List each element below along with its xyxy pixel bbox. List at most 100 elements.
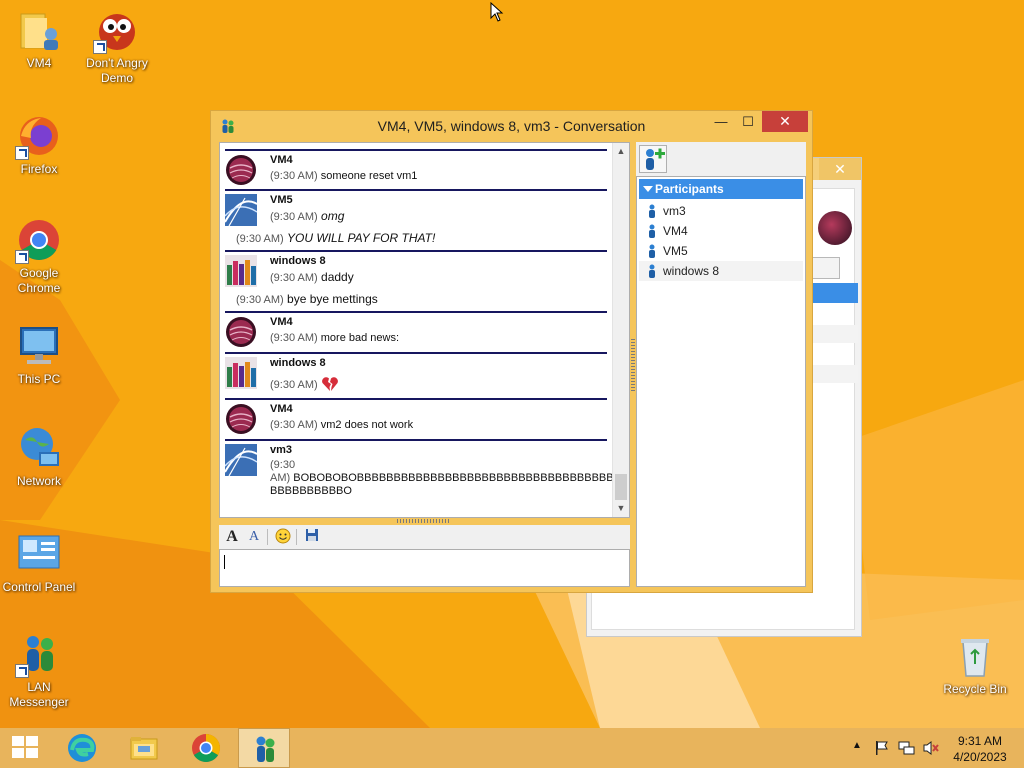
vertical-splitter-handle[interactable]: [631, 339, 635, 391]
conversation-window[interactable]: VM4, VM5, windows 8, vm3 - Conversation …: [210, 110, 813, 593]
show-hidden-icons-chevron-icon[interactable]: ▲: [852, 740, 862, 768]
chat-scrollbar[interactable]: ▲ ▼: [612, 143, 629, 517]
close-button[interactable]: ✕: [762, 111, 808, 132]
edge-icon: [68, 734, 96, 762]
taskbar-file-explorer[interactable]: [118, 728, 170, 768]
user-icon: [649, 224, 655, 238]
broken-heart-icon: [321, 376, 339, 392]
network-status-icon[interactable]: [898, 740, 916, 768]
participant-name: VM5: [663, 244, 688, 258]
message-line: (9:30 AM) YOU WILL PAY FOR THAT!: [236, 231, 435, 245]
message-line: (9:30 AM) someone reset vm1: [270, 170, 417, 182]
desktop-icon-label: This PC: [17, 372, 61, 386]
save-icon[interactable]: [302, 528, 322, 546]
chat-history[interactable]: VM4 (9:30 AM) someone reset vm1 VM5 (9:3…: [219, 142, 630, 518]
minimize-button[interactable]: —: [707, 111, 735, 132]
sender-name: VM4: [270, 154, 293, 166]
message-text: YOU WILL PAY FOR THAT!: [287, 231, 436, 245]
message-line: (9:30 AM) vm2 does not work: [270, 419, 413, 431]
taskbar-clock[interactable]: 9:31 AM 4/20/2023: [944, 733, 1016, 765]
list-row[interactable]: [810, 365, 858, 383]
selected-row[interactable]: [810, 283, 858, 303]
desktop-icon-label: Google Chrome: [17, 266, 61, 295]
volume-muted-icon[interactable]: [922, 740, 940, 768]
add-participant-button[interactable]: [639, 145, 667, 173]
control-panel-icon: [15, 530, 63, 578]
participant-name: windows 8: [663, 264, 720, 278]
participant-item[interactable]: VM5: [639, 241, 803, 261]
desktop-icon-label: Network: [16, 474, 61, 488]
network-globe-icon: [15, 424, 63, 472]
participant-item[interactable]: VM4: [639, 221, 803, 241]
message-group: windows 8 (9:30 AM): [225, 352, 607, 396]
folder-icon: [130, 737, 158, 760]
avatar: [225, 255, 257, 287]
mouse-cursor-icon: [490, 1, 504, 27]
message-line: (9:30 AM) bye bye mettings: [236, 292, 378, 306]
desktop-icon-vm4[interactable]: VM4: [0, 6, 78, 71]
message-text: someone reset vm1: [320, 170, 418, 182]
taskbar-chrome[interactable]: [180, 728, 232, 768]
clock-time: 9:31 AM: [957, 734, 1003, 748]
recycle-bin-icon: [951, 632, 999, 680]
message-separator: [225, 352, 607, 354]
shortcut-arrow-icon: [15, 664, 29, 678]
message-input[interactable]: [219, 549, 630, 587]
scroll-thumb[interactable]: [615, 474, 627, 500]
message-group: VM4 (9:30 AM) more bad news:: [225, 311, 607, 351]
desktop-icon-firefox[interactable]: Firefox: [0, 112, 78, 177]
message-separator: [225, 439, 607, 441]
shortcut-arrow-icon: [15, 250, 29, 264]
message-text: vm2 does not work: [320, 419, 414, 431]
format-toolbar: A A: [219, 525, 630, 549]
scroll-down-arrow-icon[interactable]: ▼: [613, 500, 629, 516]
avatar: [818, 211, 852, 245]
chrome-icon: [15, 216, 63, 264]
sender-name: windows 8: [270, 357, 326, 369]
message-text: BBBBBBBBBBO: [270, 485, 352, 497]
avatar: [224, 444, 258, 477]
horizontal-splitter-handle[interactable]: [397, 519, 451, 523]
chrome-icon: [192, 734, 220, 762]
message-time: (9:30 AM): [270, 211, 318, 223]
avatar: [225, 357, 257, 389]
desktop-icon-control-panel[interactable]: Control Panel: [0, 530, 78, 595]
message-group: VM4 (9:30 AM) vm2 does not work: [225, 398, 607, 438]
list-row[interactable]: [810, 325, 858, 343]
desktop-icon-google-chrome[interactable]: Google Chrome: [0, 216, 78, 296]
message-separator: [225, 250, 607, 252]
font-color-icon[interactable]: A: [244, 528, 264, 546]
participant-item[interactable]: vm3: [639, 201, 803, 221]
desktop-icon-recycle-bin[interactable]: Recycle Bin: [936, 632, 1014, 697]
user-icon: [649, 204, 655, 218]
participant-name: VM4: [663, 224, 688, 238]
sender-name: windows 8: [270, 255, 326, 267]
desktop-icon-network[interactable]: Network: [0, 424, 78, 489]
message-group: VM4 (9:30 AM) someone reset vm1: [225, 149, 607, 189]
message-group: vm3 (9:30 AM) BOBOBOBOBBBBBBBBBBBBBBBBBB…: [224, 439, 621, 509]
maximize-button[interactable]: ☐: [734, 111, 762, 132]
window-titlebar[interactable]: VM4, VM5, windows 8, vm3 - Conversation …: [211, 111, 812, 141]
message-line: (9:30 AM) omg: [270, 209, 344, 223]
desktop-icon-dont-angry-demo[interactable]: Don't Angry Demo: [78, 6, 156, 86]
desktop-icon-this-pc[interactable]: This PC: [0, 322, 78, 387]
start-button[interactable]: [0, 728, 52, 768]
action-center-flag-icon[interactable]: [874, 740, 890, 768]
message-separator: [225, 149, 607, 151]
smiley-icon[interactable]: [273, 528, 293, 546]
taskbar-edge[interactable]: [56, 728, 108, 768]
participant-item[interactable]: windows 8: [639, 261, 803, 281]
desktop-icon-lan-messenger[interactable]: LAN Messenger: [0, 630, 78, 710]
message-text: bye bye mettings: [287, 292, 378, 306]
message-time: (9:30 AM): [270, 379, 318, 391]
close-button[interactable]: ✕: [819, 158, 861, 180]
avatar: [225, 316, 257, 348]
status-button[interactable]: [812, 257, 840, 279]
participants-pane: Participants vm3 VM4 VM5 windows 8: [636, 142, 806, 588]
taskbar-lan-messenger[interactable]: [238, 728, 290, 768]
desktop-icon-label: Control Panel: [2, 580, 76, 594]
scroll-up-arrow-icon[interactable]: ▲: [613, 143, 629, 159]
participants-list[interactable]: Participants vm3 VM4 VM5 windows 8: [636, 176, 806, 587]
participants-header[interactable]: Participants: [639, 179, 803, 199]
font-icon[interactable]: A: [222, 528, 242, 546]
